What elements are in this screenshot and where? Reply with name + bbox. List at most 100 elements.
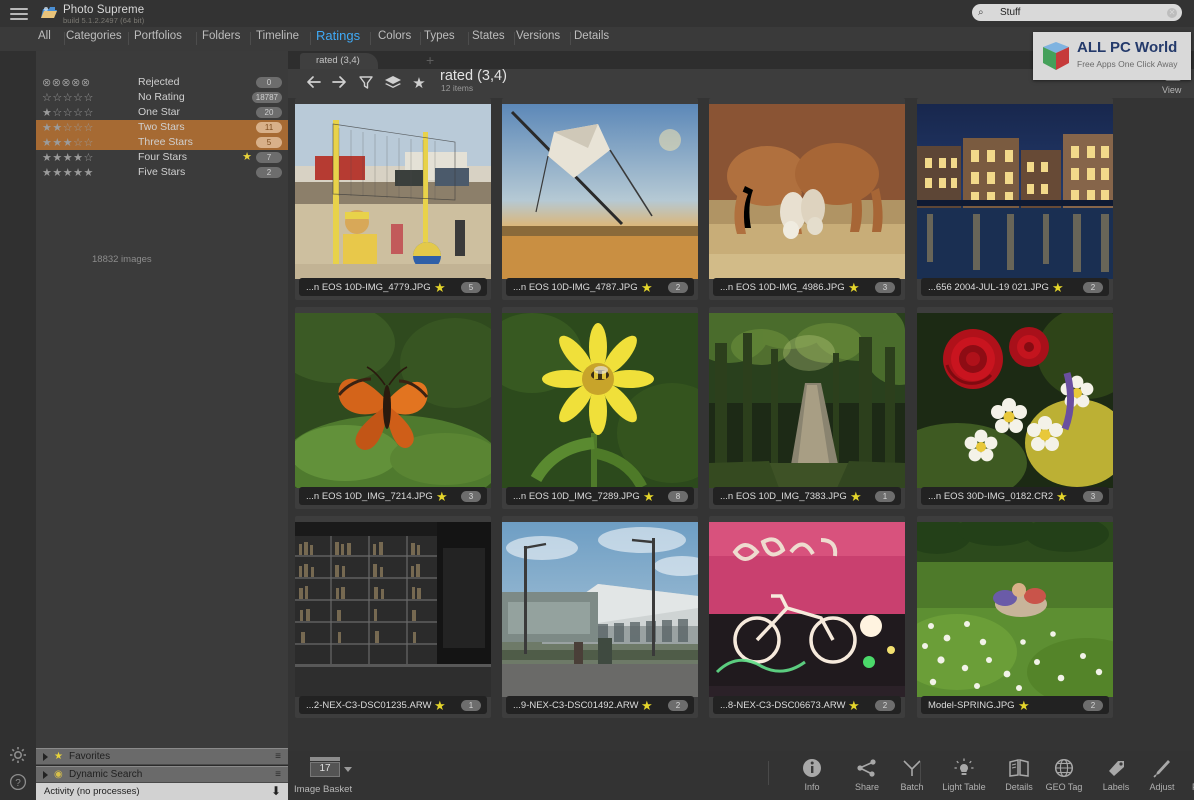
tool-label: Light Table bbox=[940, 782, 988, 792]
gold-star-icon[interactable]: ★ bbox=[434, 698, 446, 714]
settings-gear-icon[interactable] bbox=[9, 746, 27, 764]
tool-button-labels[interactable]: Labels bbox=[1092, 757, 1140, 792]
thumbnail-image[interactable] bbox=[709, 104, 905, 279]
thumbnail-image[interactable] bbox=[709, 313, 905, 488]
hamburger-menu-icon[interactable] bbox=[10, 5, 28, 21]
rating-row-four-stars[interactable]: ★★★★☆Four Stars★7 bbox=[36, 150, 288, 165]
gold-star-icon[interactable]: ★ bbox=[848, 698, 860, 714]
gold-star-icon[interactable]: ★ bbox=[1056, 489, 1068, 505]
clear-icon[interactable]: ✕ bbox=[1167, 8, 1177, 18]
tool-button-info[interactable]: Info bbox=[788, 757, 836, 792]
tool-button-adjust[interactable]: Adjust bbox=[1138, 757, 1186, 792]
tool-button-geo-tag[interactable]: GEO Tag bbox=[1040, 757, 1088, 792]
nav-tab-ratings[interactable]: Ratings bbox=[316, 28, 360, 43]
thumbnail-cell[interactable]: Model-SPRING.JPG★2 bbox=[917, 516, 1113, 718]
thumbnail-image[interactable] bbox=[709, 522, 905, 697]
gold-star-icon[interactable]: ★ bbox=[641, 698, 653, 714]
hamburger-small-icon[interactable]: ≡ bbox=[275, 752, 281, 762]
gold-star-icon[interactable]: ★ bbox=[848, 280, 860, 296]
gold-star-icon[interactable]: ★ bbox=[641, 280, 653, 296]
rating-row-rejected[interactable]: ⊗⊗⊗⊗⊗Rejected0 bbox=[36, 75, 288, 90]
nav-separator bbox=[250, 32, 251, 45]
thumbnail-image[interactable] bbox=[917, 522, 1113, 697]
tool-button-batch[interactable]: Batch bbox=[888, 757, 936, 792]
thumbnail-caption: ...2-NEX-C3-DSC01235.ARW★1 bbox=[299, 696, 487, 714]
thumbnail-filename: ...n EOS 10D_IMG_7214.JPG bbox=[306, 491, 433, 502]
thumbnail-image[interactable] bbox=[502, 522, 698, 697]
nav-tab-categories[interactable]: Categories bbox=[66, 30, 122, 42]
nav-tab-portfolios[interactable]: Portfolios bbox=[134, 30, 182, 42]
nav-tab-colors[interactable]: Colors bbox=[378, 30, 411, 42]
rating-label: One Star bbox=[138, 106, 180, 118]
thumbnail-cell[interactable]: ...n EOS 10D-IMG_4779.JPG★5 bbox=[295, 98, 491, 300]
gold-star-icon[interactable]: ★ bbox=[643, 489, 655, 505]
rating-row-no-rating[interactable]: ☆☆☆☆☆No Rating18787 bbox=[36, 90, 288, 105]
thumbnail-cell[interactable]: ...656 2004-JUL-19 021.JPG★2 bbox=[917, 98, 1113, 300]
forward-arrow-icon[interactable] bbox=[331, 75, 349, 92]
back-arrow-icon[interactable] bbox=[306, 75, 324, 92]
dynamic-search-icon: ◉ bbox=[54, 769, 63, 780]
sidebar-item-favorites[interactable]: ★ Favorites ≡ bbox=[36, 748, 288, 765]
thumbnail-image[interactable] bbox=[295, 313, 491, 488]
nav-tab-folders[interactable]: Folders bbox=[202, 30, 240, 42]
caret-down-icon[interactable] bbox=[344, 767, 352, 772]
view-button-label[interactable]: View bbox=[1162, 85, 1181, 95]
hamburger-small-icon[interactable]: ≡ bbox=[275, 770, 281, 780]
tool-button-share[interactable]: Share bbox=[843, 757, 891, 792]
tool-button-preview[interactable]: Preview bbox=[1184, 757, 1194, 792]
watermark-overlay: ALL PC World Free Apps One Click Away bbox=[1033, 32, 1191, 80]
nav-separator bbox=[128, 32, 129, 45]
gold-star-icon[interactable]: ★ bbox=[434, 280, 446, 296]
help-question-icon[interactable]: ? bbox=[9, 773, 27, 791]
globe-icon bbox=[1040, 757, 1088, 779]
rating-row-five-stars[interactable]: ★★★★★Five Stars2 bbox=[36, 165, 288, 180]
thumbnail-cell[interactable]: ...n EOS 10D_IMG_7214.JPG★3 bbox=[295, 307, 491, 509]
download-arrow-icon[interactable]: ⬇ bbox=[271, 784, 281, 798]
thumbnail-filename: ...656 2004-JUL-19 021.JPG bbox=[928, 282, 1049, 293]
thumbnail-cell[interactable]: ...9-NEX-C3-DSC01492.ARW★2 bbox=[502, 516, 698, 718]
rating-row-three-stars[interactable]: ★★★☆☆Three Stars5 bbox=[36, 135, 288, 150]
thumbnail-cell[interactable]: ...8-NEX-C3-DSC06673.ARW★2 bbox=[709, 516, 905, 718]
sidebar-item-dynamic-search[interactable]: ◉ Dynamic Search ≡ bbox=[36, 766, 288, 783]
nav-tab-all[interactable]: All bbox=[38, 30, 51, 42]
thumbnail-cell[interactable]: ...n EOS 10D_IMG_7383.JPG★1 bbox=[709, 307, 905, 509]
plus-icon[interactable]: + bbox=[426, 53, 434, 68]
title-bar: Photo Supreme build 5.1.2.2497 (64 bit) … bbox=[0, 0, 1194, 27]
rating-label: Five Stars bbox=[138, 166, 185, 178]
star-filter-icon[interactable]: ★ bbox=[410, 75, 428, 92]
thumbnail-image[interactable] bbox=[502, 313, 698, 488]
nav-tab-versions[interactable]: Versions bbox=[516, 30, 560, 42]
layers-stack-icon[interactable] bbox=[384, 75, 402, 92]
thumbnail-image[interactable] bbox=[502, 104, 698, 279]
thumbnail-image[interactable] bbox=[295, 104, 491, 279]
gold-star-icon[interactable]: ★ bbox=[436, 489, 448, 505]
gold-star-icon[interactable]: ★ bbox=[1018, 698, 1030, 714]
nav-tab-states[interactable]: States bbox=[472, 30, 505, 42]
toolbar-separator bbox=[920, 761, 921, 785]
nav-tab-types[interactable]: Types bbox=[424, 30, 455, 42]
nav-tab-details[interactable]: Details bbox=[574, 30, 609, 42]
image-basket-icon[interactable]: 17 bbox=[310, 757, 344, 783]
tool-button-details[interactable]: Details bbox=[995, 757, 1043, 792]
nav-tab-timeline[interactable]: Timeline bbox=[256, 30, 299, 42]
tab-rated[interactable]: rated (3,4) bbox=[300, 53, 378, 69]
rating-row-one-star[interactable]: ★☆☆☆☆One Star20 bbox=[36, 105, 288, 120]
thumbnail-cell[interactable]: ...n EOS 10D-IMG_4986.JPG★3 bbox=[709, 98, 905, 300]
thumbnail-image[interactable] bbox=[295, 522, 491, 697]
gold-star-icon[interactable]: ★ bbox=[1052, 280, 1064, 296]
gold-star-icon[interactable]: ★ bbox=[850, 489, 862, 505]
thumbnail-image[interactable] bbox=[917, 104, 1113, 279]
tool-button-light-table[interactable]: Light Table bbox=[940, 757, 988, 792]
thumbnail-filename: ...n EOS 10D-IMG_4787.JPG bbox=[513, 282, 638, 293]
rating-row-two-stars[interactable]: ★★☆☆☆Two Stars11 bbox=[36, 120, 288, 135]
thumbnail-cell[interactable]: ...n EOS 30D-IMG_0182.CR2★3 bbox=[917, 307, 1113, 509]
thumbnail-image[interactable] bbox=[917, 313, 1113, 488]
rating-label: No Rating bbox=[138, 91, 185, 103]
thumbnail-cell[interactable]: ...n EOS 10D-IMG_4787.JPG★2 bbox=[502, 98, 698, 300]
thumbnail-cell[interactable]: ...n EOS 10D_IMG_7289.JPG★8 bbox=[502, 307, 698, 509]
search-input[interactable]: ⌕ Stuff ✕ bbox=[972, 4, 1182, 21]
thumbnail-caption: ...n EOS 10D_IMG_7289.JPG★8 bbox=[506, 487, 694, 505]
thumbnail-cell[interactable]: ...2-NEX-C3-DSC01235.ARW★1 bbox=[295, 516, 491, 718]
filter-funnel-icon[interactable] bbox=[358, 75, 376, 92]
app-title: Photo Supreme bbox=[63, 4, 144, 16]
